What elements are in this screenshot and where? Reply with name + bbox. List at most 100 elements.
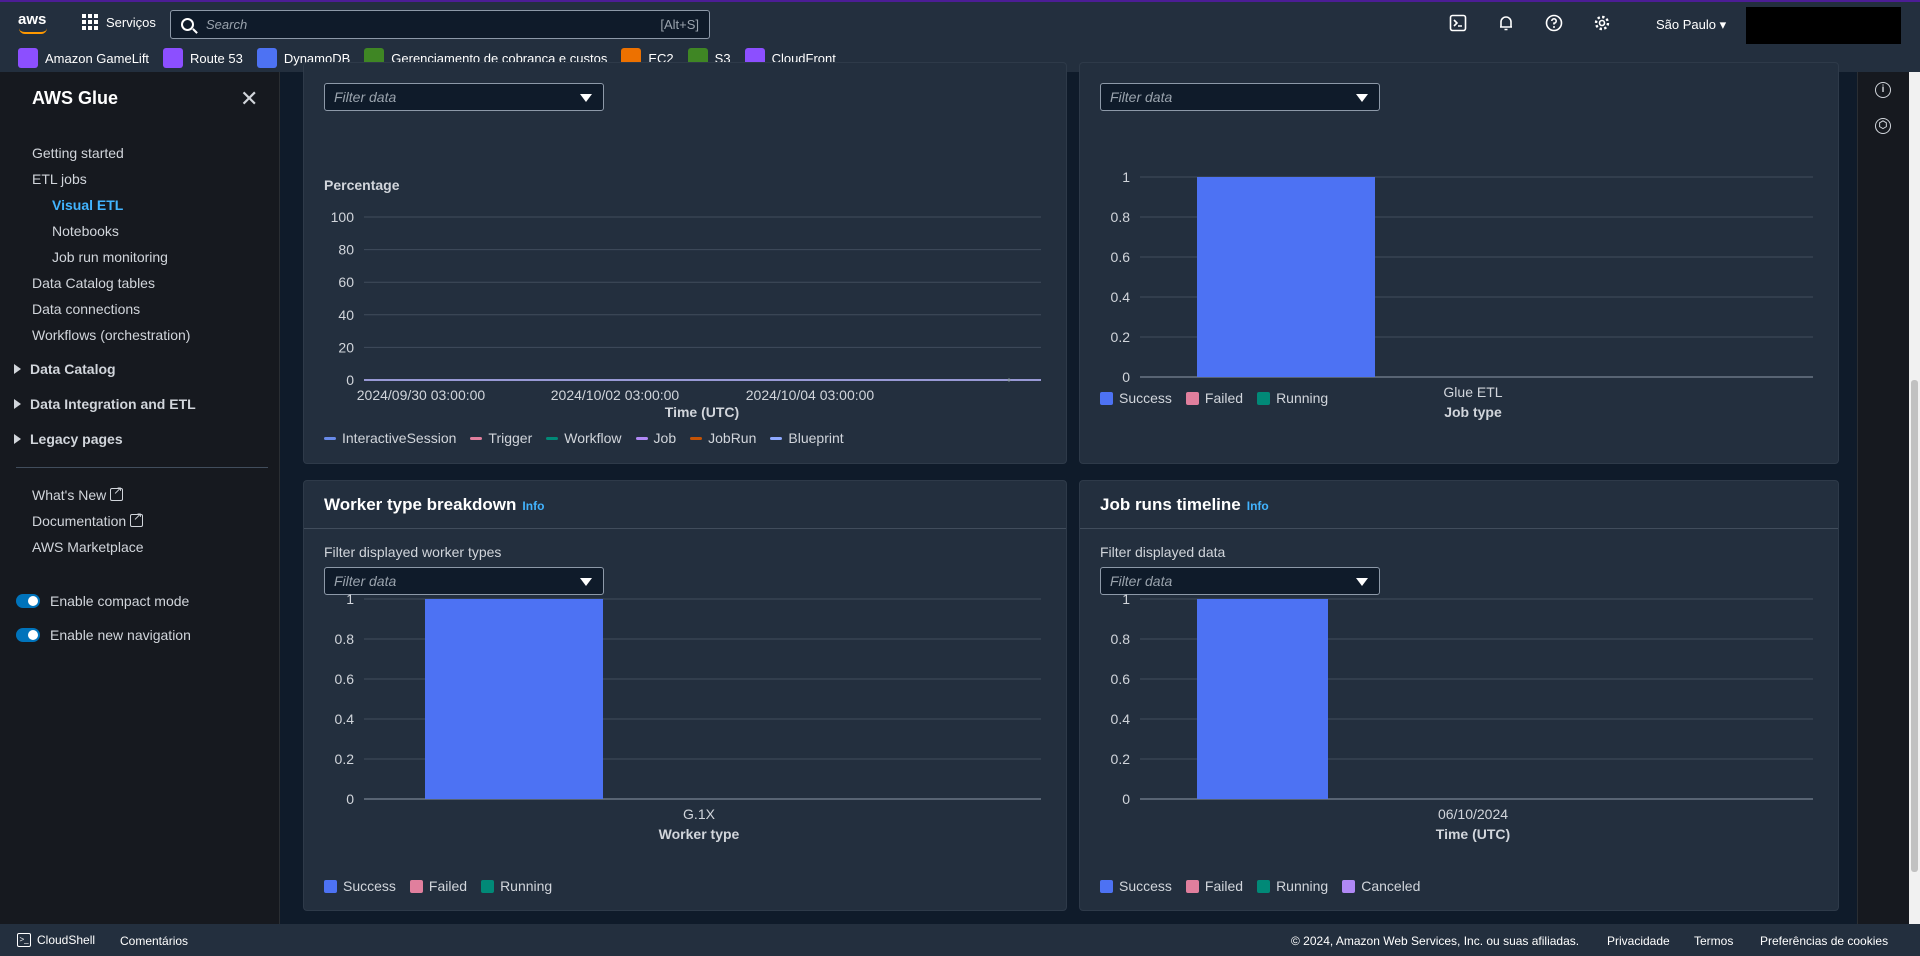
legend-label: Job [653,430,677,446]
cloudshell-icon[interactable] [1448,14,1468,34]
y-tick-label: 0 [346,372,354,388]
aws-logo-text: aws [18,11,47,28]
privacy-link[interactable]: Privacidade [1607,934,1670,948]
legend-item[interactable]: Running [481,878,552,894]
y-tick-label: 0.8 [335,631,355,647]
sidebar-item-workflows[interactable]: Workflows (orchestration) [32,327,190,343]
sidebar-section-data-integration[interactable]: Data Integration and ETL [14,396,196,412]
y-tick-label: 100 [331,209,355,225]
legend-label: Running [1276,390,1329,406]
legend-label: Running [500,878,553,894]
sidebar-section-data-catalog[interactable]: Data Catalog [14,361,116,377]
sidebar-link-whats-new[interactable]: What's New [32,484,124,503]
y-tick-label: 0.2 [1111,329,1131,345]
help-icon[interactable] [1544,14,1564,34]
terms-link[interactable]: Termos [1694,934,1733,948]
footer: >_ CloudShell Comentários © 2024, Amazon … [0,924,1920,956]
legend-item[interactable]: Blueprint [770,430,844,446]
legend-item[interactable]: Failed [1185,390,1243,406]
sidebar-section-legacy[interactable]: Legacy pages [14,431,123,447]
close-icon[interactable]: ✕ [240,86,258,112]
sidebar-item-data-catalog-tables[interactable]: Data Catalog tables [32,275,155,291]
sidebar-item-data-connections[interactable]: Data connections [32,301,140,317]
side-navigation: AWS Glue ✕ Getting started ETL jobs Visu… [0,72,280,924]
favorite-label: Amazon GameLift [45,50,150,66]
legend-item[interactable]: Job [635,430,677,446]
sidebar-link-documentation[interactable]: Documentation [32,510,144,529]
cloudshell-button[interactable]: >_ CloudShell [17,933,95,947]
top-navigation-bar: aws Serviços [Alt+S] São Paulo ▾ [0,0,1920,50]
services-label: Serviços [106,14,156,30]
search-box[interactable]: [Alt+S] [170,10,710,39]
legend-label: Success [1119,390,1172,406]
sidebar-divider [16,467,268,468]
legend-item[interactable]: JobRun [690,430,756,446]
sidebar-item-visual-etl[interactable]: Visual ETL [52,197,123,213]
job-type-bar-chart: 0 0.2 0.4 0.6 0.8 1 Glue ETL Job type [1111,169,1813,420]
favorite-item[interactable]: Amazon GameLift [18,48,149,68]
favorite-item[interactable]: Route 53 [163,48,243,68]
legend-item[interactable]: Success [1100,390,1172,406]
feedback-link[interactable]: Comentários [120,934,188,948]
y-tick-label: 1 [1122,169,1130,185]
link-label: What's New [32,487,107,503]
resource-usage-panel: Percentage 0 20 40 60 80 100 2024/09/30 03:00:0… [303,62,1067,464]
legend-item[interactable]: Canceled [1342,878,1420,894]
legend-item[interactable]: InteractiveSession [324,430,456,446]
y-tick-label: 1 [1122,591,1130,607]
legend-label: JobRun [708,430,757,446]
sidebar-item-job-run-monitoring[interactable]: Job run monitoring [52,249,168,265]
sidebar-item-etl-jobs[interactable]: ETL jobs [32,171,87,187]
new-navigation-toggle[interactable] [16,628,40,642]
sidebar-item-getting-started[interactable]: Getting started [32,145,124,161]
cloudshell-icon: >_ [17,933,31,947]
legend-swatch [409,879,423,893]
legend-item[interactable]: Running [1257,878,1328,894]
info-icon[interactable]: i [1875,82,1891,98]
legend-label: Failed [1204,878,1244,894]
legend-swatch [1257,879,1271,893]
legend-item[interactable]: Running [1257,390,1328,406]
y-tick-label: 0.2 [1111,751,1131,767]
external-link-icon [130,510,144,527]
sidebar-link-marketplace[interactable]: AWS Marketplace [32,539,144,555]
legend-label: Workflow [564,430,622,446]
legend-swatch [481,879,495,893]
section-label: Data Catalog [30,361,116,377]
hexagon-icon[interactable]: ⬡ [1875,118,1891,134]
scrollbar-thumb[interactable] [1911,380,1918,872]
page-scrollbar[interactable] [1909,72,1920,924]
y-tick-label: 60 [338,274,354,290]
legend-label: Trigger [488,430,533,446]
y-tick-label: 0.4 [1111,289,1131,305]
legend-item[interactable]: Trigger [470,430,532,446]
legend-swatch [324,436,336,440]
y-tick-label: 20 [338,339,354,355]
legend-item[interactable]: Success [1100,878,1172,894]
legend-item[interactable]: Success [324,878,396,894]
legend-item[interactable]: Failed [1185,878,1244,894]
y-axis-label: Percentage [324,177,400,193]
compact-mode-toggle[interactable] [16,594,40,608]
legend-item[interactable]: Failed [409,878,467,894]
legend-label: Canceled [1361,878,1421,894]
bell-icon[interactable] [1496,14,1516,34]
caret-right-icon [14,364,21,374]
y-tick-label: 0 [1122,369,1130,385]
aws-logo[interactable]: aws [18,11,50,35]
new-navigation-toggle-row: Enable new navigation [16,627,191,643]
cookie-preferences-link[interactable]: Preferências de cookies [1760,934,1888,948]
region-selector[interactable]: São Paulo ▾ [1656,17,1726,33]
legend-item[interactable]: Workflow [546,430,622,446]
chart-legend: InteractiveSession Trigger Workflow Job JobR… [324,430,844,446]
legend-label: InteractiveSession [342,430,457,446]
sidebar-item-notebooks[interactable]: Notebooks [52,223,119,239]
services-menu-button[interactable]: Serviços [82,14,156,30]
y-tick-label: 0.8 [1111,631,1131,647]
link-label: Documentation [32,513,127,529]
section-label: Legacy pages [30,431,123,447]
gear-icon[interactable] [1592,14,1612,34]
search-input[interactable] [206,17,661,32]
y-tick-label: 1 [346,591,354,607]
y-tick-label: 0.2 [335,751,355,767]
